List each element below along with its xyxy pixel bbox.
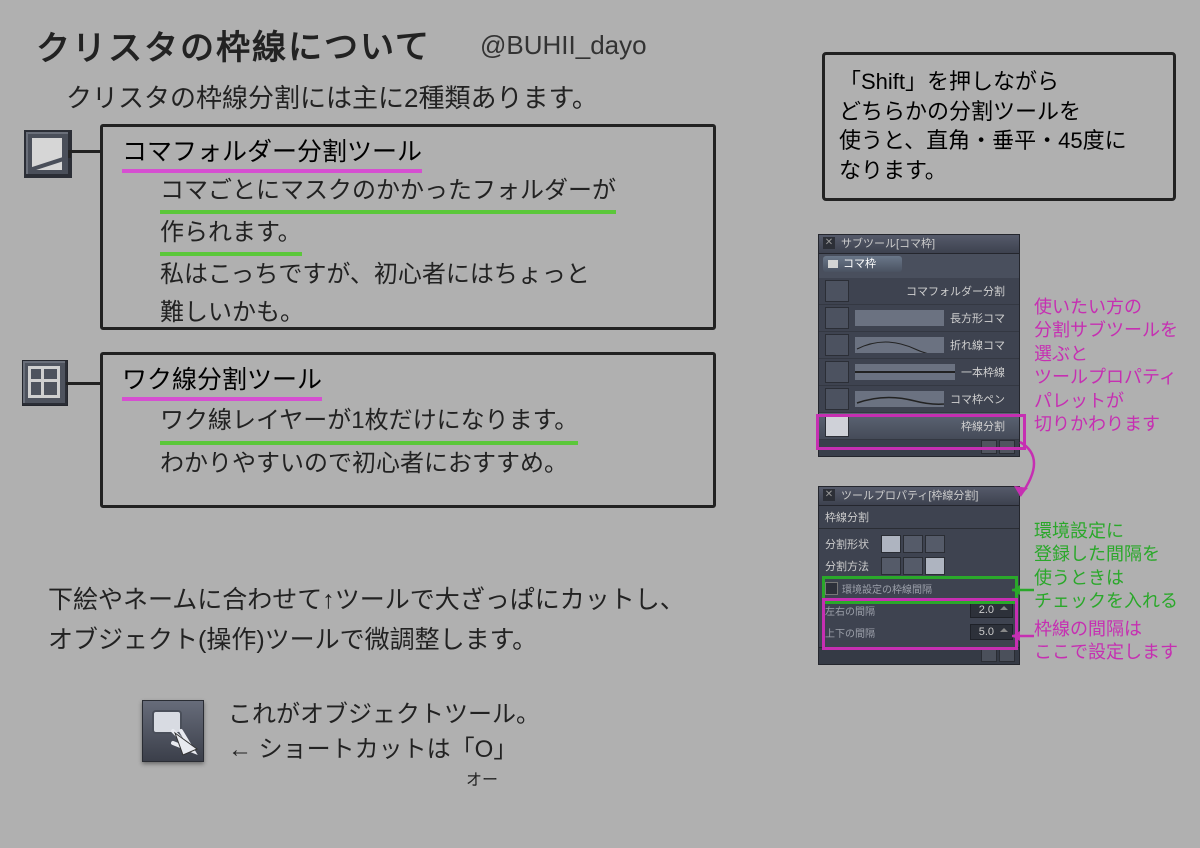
- tool1-name: コマフォルダー分割ツール: [122, 132, 422, 173]
- obj-tool-reading: オー: [466, 766, 498, 790]
- prop-tb-row[interactable]: 上下の間隔 5.0: [825, 621, 1013, 643]
- tool2-line1: ワク線レイヤーが1枚だけになります。: [160, 402, 578, 445]
- subtool-row-frame-pen[interactable]: コマ枠ペン: [819, 386, 1019, 413]
- subtool-row-rect-frame[interactable]: 長方形コマ: [819, 305, 1019, 332]
- subtool-panel: サブツール[コマ枠] コマ枠 コマフォルダー分割 長方形コマ 折れ線コマ 一本枠…: [818, 234, 1020, 457]
- subtool-panel-footer: [819, 440, 1019, 456]
- subtool-row-polyline-frame[interactable]: 折れ線コマ: [819, 332, 1019, 359]
- tool1-line2: 作られます。: [160, 214, 302, 256]
- prop-header: 枠線分割: [819, 506, 1019, 529]
- prop-env-row[interactable]: 環境設定の枠線間隔: [825, 577, 1013, 599]
- anno-spacing: 枠線の間隔は ここで設定します: [1034, 618, 1178, 665]
- tool-property-panel: ツールプロパティ[枠線分割] 枠線分割 分割形状 分割方法 環境設定の枠線間隔 …: [818, 486, 1020, 665]
- anno-select-subtool: 使いたい方の 分割サブツールを 選ぶと ツールプロパティ パレットが 切りかわり…: [1034, 296, 1178, 436]
- twitter-handle: @BUHII_dayo: [480, 30, 647, 61]
- tool1-line1: コマごとにマスクのかかったフォルダーが: [160, 172, 616, 214]
- prop-method-row[interactable]: 分割方法: [825, 555, 1013, 577]
- anno-env-setting: 環境設定に 登録した間隔を 使うときは チェックを入れる: [1034, 520, 1178, 614]
- subtool-row-folder-divide[interactable]: コマフォルダー分割: [819, 278, 1019, 305]
- intro-text: クリスタの枠線分割には主に2種類あります。: [66, 78, 598, 115]
- subtool-panel-title: サブツール[コマ枠]: [819, 235, 1019, 254]
- prop-panel-footer: [819, 647, 1019, 664]
- object-tool-icon: [142, 700, 204, 762]
- frame-divide-icon: [22, 360, 68, 406]
- folder-divide-icon: [24, 130, 72, 178]
- tool2-line2: わかりやすいので初心者におすすめ。: [160, 450, 568, 477]
- obj-tool-label: これがオブジェクトツール。: [228, 701, 540, 728]
- obj-tool-shortcut: ← ショートカットは「O」: [228, 736, 517, 763]
- subtool-tab[interactable]: コマ枠: [823, 256, 902, 272]
- prop-shape-row[interactable]: 分割形状: [825, 533, 1013, 555]
- subtool-row-frame-divide[interactable]: 枠線分割: [819, 413, 1019, 440]
- page-title: クリスタの枠線について: [36, 19, 431, 70]
- bottom-para: 下絵やネームに合わせて↑ツールで大ざっぱにカットし、 オブジェクト(操作)ツール…: [48, 580, 685, 660]
- tool1-line3: 私はこっちですが、初心者にはちょっと: [160, 261, 590, 288]
- shift-tip-box: 「Shift」を押しながら どちらかの分割ツールを 使うと、直角・垂平・45度に…: [822, 52, 1176, 201]
- prop-lr-row[interactable]: 左右の間隔 2.0: [825, 599, 1013, 621]
- prop-panel-title: ツールプロパティ[枠線分割]: [819, 487, 1019, 506]
- tool2-name: ワク線分割ツール: [122, 360, 322, 401]
- tool1-line4: 難しいかも。: [160, 299, 304, 326]
- subtool-row-single-frame[interactable]: 一本枠線: [819, 359, 1019, 386]
